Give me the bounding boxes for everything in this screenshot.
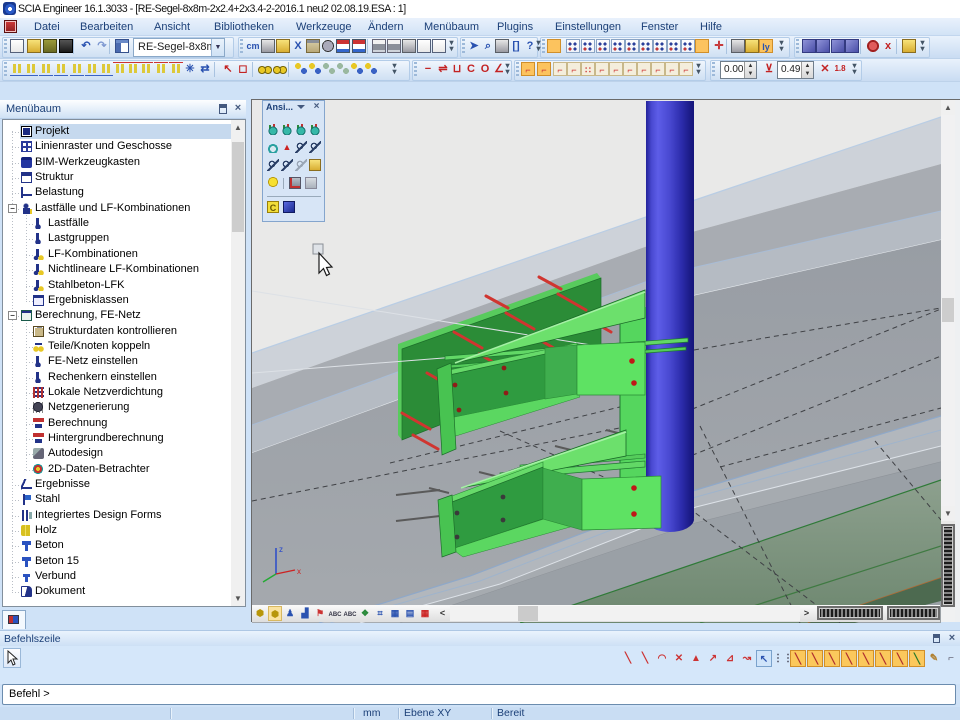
svg-text:x: x [297,567,301,576]
svg-text:z: z [279,545,283,554]
